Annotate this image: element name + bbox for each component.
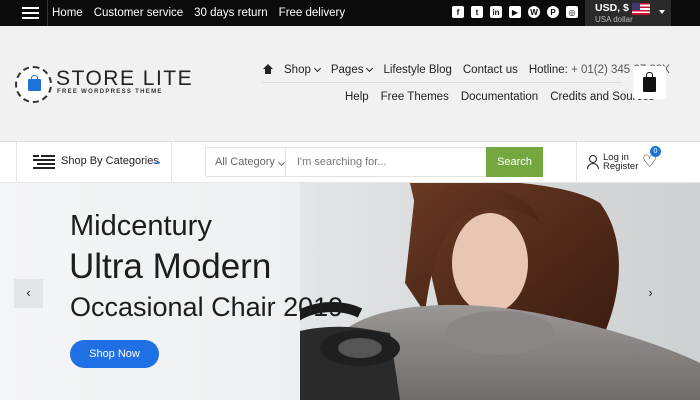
- primary-nav: Shop Pages Lifestyle Blog Contact us Hot…: [262, 62, 670, 78]
- search-button[interactable]: Search: [486, 147, 543, 177]
- chevron-left-icon[interactable]: ‹: [14, 279, 43, 308]
- nav-free-themes[interactable]: Free Themes: [381, 91, 449, 103]
- nav-documentation[interactable]: Documentation: [461, 91, 538, 103]
- account-divider: [576, 142, 577, 183]
- nav-lifestyle-blog[interactable]: Lifestyle Blog: [383, 64, 451, 76]
- nav-contact-us[interactable]: Contact us: [463, 64, 518, 76]
- nav-divider: [262, 82, 622, 83]
- chevron-right-icon[interactable]: ›: [636, 279, 665, 308]
- menu-icon[interactable]: [14, 0, 48, 26]
- top-link-customer-service[interactable]: Customer service: [94, 7, 183, 19]
- secondary-nav: Help Free Themes Documentation Credits a…: [345, 91, 654, 103]
- wordpress-icon[interactable]: W: [528, 6, 540, 18]
- cart-button[interactable]: [633, 66, 666, 99]
- social-links: f t in ▶ W P ◎: [452, 6, 578, 18]
- hero-line-1: Midcentury: [70, 210, 212, 242]
- twitter-icon[interactable]: t: [471, 6, 483, 18]
- pinterest-icon[interactable]: P: [547, 6, 559, 18]
- nav-pages[interactable]: Pages: [330, 64, 374, 76]
- instagram-icon[interactable]: ◎: [566, 6, 578, 18]
- chevron-down-icon: [659, 10, 665, 14]
- home-icon[interactable]: [262, 64, 274, 76]
- nav-shop[interactable]: Shop: [284, 64, 321, 76]
- chevron-down-icon: [366, 64, 374, 73]
- nav-pages-label: Pages: [330, 64, 364, 76]
- hero-slider: Midcentury Ultra Modern Occasional Chair…: [0, 183, 700, 400]
- nav-shop-label: Shop: [284, 64, 311, 76]
- logo-subtitle: FREE WORDPRESS THEME: [57, 89, 163, 95]
- hotline-label: Hotline:: [528, 64, 568, 76]
- top-link-home[interactable]: Home: [52, 7, 83, 19]
- shop-by-categories-button[interactable]: Shop By Categories →: [16, 142, 172, 183]
- shop-by-categories-label: Shop By Categories: [61, 155, 159, 167]
- hero-line-2: Ultra Modern: [69, 247, 272, 286]
- top-bar: Home Customer service 30 days return Fre…: [0, 0, 700, 26]
- register-label: Register: [603, 161, 639, 172]
- category-select-value: All Category: [215, 156, 275, 168]
- facebook-icon[interactable]: f: [452, 6, 464, 18]
- top-link-30-days-return[interactable]: 30 days return: [194, 7, 268, 19]
- login-register-link[interactable]: Log in Register: [603, 153, 639, 172]
- search-form: All Category Search: [205, 147, 543, 177]
- us-flag-icon: [632, 3, 650, 15]
- chevron-down-icon: [277, 158, 285, 167]
- logo-title[interactable]: STORE LITE: [56, 67, 193, 91]
- currency-name: USA dollar: [595, 15, 633, 24]
- youtube-icon[interactable]: ▶: [509, 6, 521, 18]
- linkedin-icon[interactable]: in: [490, 6, 502, 18]
- hero-line-3: Occasional Chair 2019: [70, 292, 344, 322]
- top-link-free-delivery[interactable]: Free delivery: [279, 7, 345, 19]
- search-row: Shop By Categories → All Category Search…: [0, 142, 700, 183]
- nav-help[interactable]: Help: [345, 91, 369, 103]
- category-select[interactable]: All Category: [206, 148, 286, 176]
- top-links: Home Customer service 30 days return Fre…: [52, 0, 345, 26]
- shopping-bag-icon: [643, 72, 656, 92]
- search-input[interactable]: [287, 148, 486, 176]
- category-list-icon: [33, 155, 55, 169]
- currency-selector[interactable]: USD, $ USA dollar: [585, 0, 671, 26]
- user-icon[interactable]: [586, 155, 599, 169]
- currency-code: USD, $: [595, 2, 629, 14]
- shop-now-button[interactable]: Shop Now: [70, 340, 159, 368]
- site-header: STORE LITE FREE WORDPRESS THEME Shop Pag…: [0, 26, 700, 142]
- chevron-down-icon: [313, 64, 321, 73]
- arrow-right-icon: →: [150, 153, 163, 168]
- logo-bag-icon[interactable]: [15, 66, 52, 103]
- wishlist-count-badge: 0: [650, 146, 661, 157]
